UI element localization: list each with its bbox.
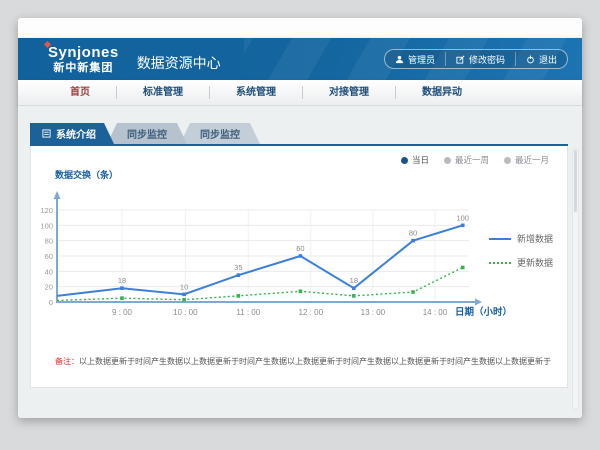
power-icon — [526, 55, 535, 64]
svg-text:100: 100 — [456, 213, 469, 222]
main-nav: 首页 标准管理 系统管理 对接管理 数据异动 — [18, 80, 582, 106]
svg-text:14 : 00: 14 : 00 — [423, 308, 448, 317]
document-icon — [42, 129, 51, 138]
line-chart: 9 : 00 10 : 00 11 : 00 12 : 00 13 : 00 14 : 0… — [23, 190, 493, 330]
svg-text:13 : 00: 13 : 00 — [361, 308, 386, 317]
window-chrome — [18, 18, 582, 38]
scrollbar[interactable] — [572, 148, 579, 410]
nav-item-data-change[interactable]: 数据异动 — [396, 86, 488, 99]
svg-text:40: 40 — [45, 267, 53, 276]
x-axis-label: 日期（小时） — [455, 304, 512, 318]
dotted-line-icon — [489, 262, 511, 264]
admin-user-label: 管理员 — [408, 53, 435, 66]
svg-text:100: 100 — [40, 221, 53, 230]
content-area: 系统介绍 同步监控 同步监控 当日 最近一周 最近一月 — [18, 106, 582, 418]
logout-label: 退出 — [539, 53, 557, 66]
svg-text:120: 120 — [40, 206, 53, 215]
footnote-prefix: 备注： — [55, 357, 79, 366]
svg-text:80: 80 — [45, 237, 53, 246]
filter-today-label: 当日 — [412, 154, 429, 166]
tab-sync-monitor-1[interactable]: 同步监控 — [107, 123, 187, 144]
svg-text:0: 0 — [49, 298, 53, 307]
radio-dot-icon — [401, 157, 408, 164]
user-actions-group: 管理员 修改密码 退出 — [384, 49, 568, 69]
filter-last-month[interactable]: 最近一月 — [504, 154, 549, 166]
legend-item-new-data: 新增数据 — [489, 232, 553, 245]
company-logo: Synjones 新中新集团 — [48, 45, 119, 74]
time-range-filters: 当日 最近一周 最近一月 — [401, 154, 549, 166]
change-password-button[interactable]: 修改密码 — [445, 52, 515, 66]
radio-dot-icon — [504, 157, 511, 164]
nav-item-interface-mgmt[interactable]: 对接管理 — [303, 86, 396, 99]
tab-system-intro[interactable]: 系统介绍 — [30, 123, 114, 144]
app-header: Synjones 新中新集团 数据资源中心 管理员 修改密码 退出 — [18, 38, 582, 80]
filter-last-month-label: 最近一月 — [515, 154, 549, 166]
edit-icon — [456, 55, 465, 64]
radio-dot-icon — [444, 157, 451, 164]
footnote: 备注：以上数据更新于时间产生数据以上数据更新于时间产生数据以上数据更新于时间产生… — [55, 356, 560, 367]
svg-text:10: 10 — [180, 282, 188, 291]
svg-text:11 : 00: 11 : 00 — [236, 308, 260, 317]
nav-item-home[interactable]: 首页 — [44, 86, 117, 99]
y-axis-label: 数据交换（条） — [55, 168, 118, 181]
tab-sync-monitor-2[interactable]: 同步监控 — [180, 123, 260, 144]
legend-item-updated-data: 更新数据 — [489, 256, 553, 269]
svg-text:18: 18 — [350, 276, 358, 285]
svg-text:60: 60 — [296, 244, 304, 253]
filter-last-week-label: 最近一周 — [455, 154, 489, 166]
app-window: Synjones 新中新集团 数据资源中心 管理员 修改密码 退出 首页 标准管… — [18, 18, 582, 418]
tab-bar: 系统介绍 同步监控 同步监控 — [30, 123, 260, 144]
svg-text:60: 60 — [45, 252, 53, 261]
logout-button[interactable]: 退出 — [515, 52, 567, 66]
svg-text:9 : 00: 9 : 00 — [112, 308, 133, 317]
logo-text-en: Synjones — [48, 44, 119, 61]
page-title: 数据资源中心 — [137, 53, 221, 73]
svg-text:20: 20 — [45, 283, 53, 292]
solid-line-icon — [489, 238, 511, 240]
svg-text:18: 18 — [118, 276, 126, 285]
svg-text:10 : 00: 10 : 00 — [173, 308, 198, 317]
chart-card: 当日 最近一周 最近一月 数据交换（条） 9 : 00 10 : 00 11 : 0… — [30, 146, 568, 388]
nav-item-standard-mgmt[interactable]: 标准管理 — [117, 86, 210, 99]
tab-underline — [30, 144, 568, 146]
svg-text:12 : 00: 12 : 00 — [299, 308, 324, 317]
svg-text:35: 35 — [234, 263, 242, 272]
chart-legend: 新增数据 更新数据 — [489, 232, 553, 269]
tab-system-intro-label: 系统介绍 — [56, 126, 96, 141]
change-password-label: 修改密码 — [469, 53, 505, 66]
admin-user-button[interactable]: 管理员 — [385, 52, 445, 66]
filter-today[interactable]: 当日 — [401, 154, 429, 166]
scrollbar-thumb[interactable] — [574, 150, 577, 212]
legend-updated-data-label: 更新数据 — [517, 256, 553, 269]
legend-new-data-label: 新增数据 — [517, 232, 553, 245]
svg-text:80: 80 — [409, 229, 417, 238]
user-icon — [395, 55, 404, 64]
logo-text-cn: 新中新集团 — [48, 63, 119, 74]
footnote-text: 以上数据更新于时间产生数据以上数据更新于时间产生数据以上数据更新于时间产生数据以… — [79, 357, 551, 366]
nav-item-system-mgmt[interactable]: 系统管理 — [210, 86, 303, 99]
filter-last-week[interactable]: 最近一周 — [444, 154, 489, 166]
